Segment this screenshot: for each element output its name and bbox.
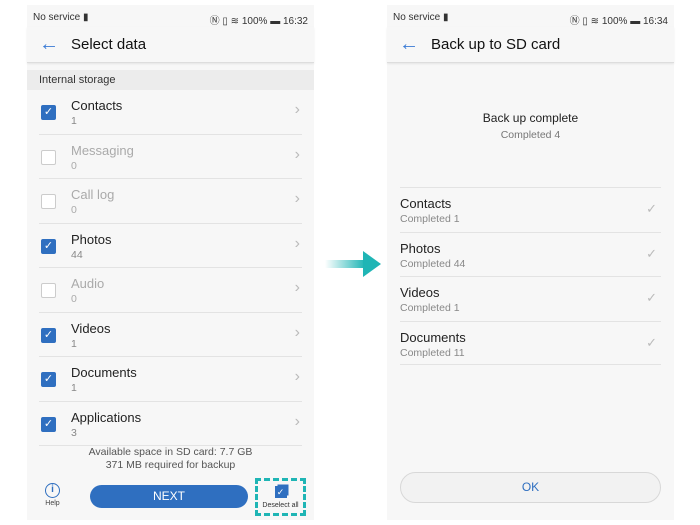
checkbox-stack-icon: ✓: [274, 486, 287, 498]
item-count: 0: [71, 293, 77, 305]
item-name: Applications: [71, 409, 142, 425]
carrier: No service: [33, 12, 81, 23]
item-count: 3: [71, 426, 77, 439]
item-count: 1: [71, 382, 77, 394]
item-status: Completed 1: [400, 302, 460, 314]
item-name: Photos: [400, 240, 441, 256]
result-row: Contacts Completed 1 ✓: [400, 187, 661, 232]
chevron-right-icon[interactable]: ›: [295, 235, 300, 253]
back-arrow-icon[interactable]: ←: [399, 34, 419, 54]
available-space: Available space in SD card: 7.7 GB: [88, 446, 253, 458]
data-item-row[interactable]: ✓ Videos 1 ›: [39, 313, 302, 357]
data-item-row[interactable]: Call log 0 ›: [39, 179, 302, 224]
sim-icon: ▮: [83, 12, 89, 23]
checkbox[interactable]: [41, 149, 56, 165]
checkbox[interactable]: ✓: [41, 238, 56, 254]
page-title: Select data: [71, 36, 147, 53]
battery-icon: ▬: [630, 16, 641, 27]
sim-icon: ▮: [443, 12, 449, 23]
item-name: Documents: [71, 365, 137, 380]
section-header: Internal storage: [27, 70, 314, 90]
item-count: 0: [71, 204, 77, 216]
item-name: Messaging: [71, 142, 134, 158]
item-status: Completed 1: [400, 213, 460, 225]
checkbox[interactable]: ✓: [41, 372, 56, 387]
chevron-right-icon[interactable]: ›: [295, 190, 300, 208]
battery-percent: 100%: [601, 16, 628, 27]
deselect-all-button[interactable]: ✓ Deselect all: [255, 478, 306, 516]
item-count: 1: [71, 337, 77, 350]
item-count: 44: [71, 248, 83, 261]
checkbox[interactable]: ✓: [41, 327, 56, 343]
data-item-row[interactable]: Audio 0 ›: [39, 268, 302, 313]
backup-status: Back up complete: [482, 111, 579, 125]
battery-icon: ▬: [270, 16, 281, 27]
required-space: 371 MB required for backup: [105, 459, 236, 471]
checkmark-icon: ✓: [646, 245, 657, 261]
nfc-icon: Ⓝ: [209, 16, 220, 27]
clock: 16:32: [282, 16, 308, 27]
checkbox[interactable]: ✓: [41, 105, 56, 120]
result-row: Documents Completed 11 ✓: [400, 320, 661, 365]
data-item-row[interactable]: Messaging 0 ›: [39, 135, 302, 179]
checkmark-icon: ✓: [646, 201, 657, 216]
select-data-screen: No service ▮ Ⓝ ▯ ≋ 100% ▬ 16:32 ← Select…: [27, 5, 314, 520]
result-row: Photos Completed 44 ✓: [400, 231, 661, 277]
help-button[interactable]: i Help: [45, 483, 60, 507]
item-name: Videos: [400, 285, 440, 300]
arrow-right-icon: [325, 251, 381, 277]
item-name: Documents: [400, 329, 466, 345]
info-icon: i: [45, 483, 60, 498]
chevron-right-icon[interactable]: ›: [295, 368, 300, 386]
item-name: Call log: [71, 187, 115, 202]
data-item-row[interactable]: ✓ Documents 1 ›: [39, 357, 302, 402]
item-name: Photos: [71, 231, 112, 247]
wifi-icon: ≋: [590, 16, 600, 27]
backup-complete-screen: No service ▮ Ⓝ ▯ ≋ 100% ▬ 16:34 ← Back u…: [387, 5, 674, 520]
clock: 16:34: [642, 16, 668, 27]
carrier: No service: [393, 12, 441, 23]
checkmark-icon: ✓: [646, 334, 657, 350]
item-name: Contacts: [71, 98, 123, 113]
item-count: 1: [71, 115, 77, 127]
item-name: Audio: [71, 276, 105, 291]
item-count: 0: [71, 159, 77, 172]
item-status: Completed 11: [400, 346, 465, 359]
checkbox[interactable]: [41, 194, 56, 209]
wifi-icon: ≋: [230, 16, 240, 27]
header: ← Back up to SD card: [387, 27, 674, 63]
chevron-right-icon[interactable]: ›: [295, 146, 300, 164]
help-label: Help: [45, 500, 60, 507]
ok-button[interactable]: OK: [400, 472, 661, 503]
page-title: Back up to SD card: [431, 36, 561, 53]
result-row: Videos Completed 1 ✓: [400, 276, 661, 321]
chevron-right-icon[interactable]: ›: [295, 413, 300, 431]
checkmark-icon: ✓: [646, 290, 657, 305]
deselect-all-label: Deselect all: [262, 502, 299, 509]
status-bar: No service ▮ Ⓝ ▯ ≋ 100% ▬ 16:32: [33, 12, 308, 27]
item-name: Videos: [71, 320, 111, 336]
item-status: Completed 44: [400, 257, 466, 270]
chevron-right-icon[interactable]: ›: [295, 279, 300, 297]
data-item-row[interactable]: ✓ Applications 3 ›: [39, 402, 302, 446]
item-name: Contacts: [400, 196, 452, 211]
back-arrow-icon[interactable]: ←: [39, 34, 59, 54]
checkbox[interactable]: [41, 283, 56, 298]
data-item-row[interactable]: ✓ Contacts 1 ›: [39, 90, 302, 135]
battery-percent: 100%: [241, 16, 268, 27]
next-button[interactable]: NEXT: [90, 485, 248, 508]
header: ← Select data: [27, 27, 314, 63]
status-bar: No service ▮ Ⓝ ▯ ≋ 100% ▬ 16:34: [393, 12, 668, 27]
data-item-row[interactable]: ✓ Photos 44 ›: [39, 224, 302, 268]
vibrate-icon: ▯: [222, 16, 228, 27]
chevron-right-icon[interactable]: ›: [295, 324, 300, 342]
backup-count: Completed 4: [500, 129, 561, 141]
vibrate-icon: ▯: [582, 16, 588, 27]
checkbox[interactable]: ✓: [41, 416, 56, 432]
nfc-icon: Ⓝ: [569, 16, 580, 27]
storage-info: Available space in SD card: 7.7 GB 371 M…: [27, 446, 314, 472]
chevron-right-icon[interactable]: ›: [295, 101, 300, 119]
